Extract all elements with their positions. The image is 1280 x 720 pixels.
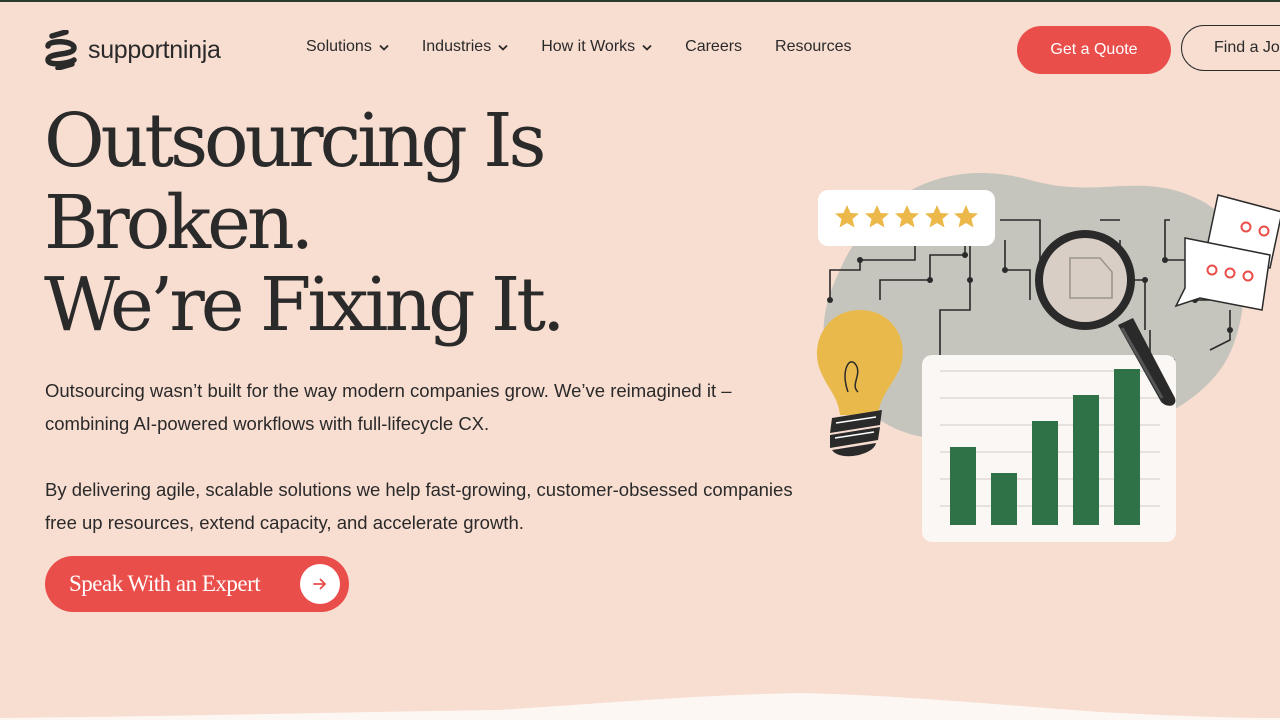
- nav-item-label: Solutions: [306, 38, 372, 55]
- logo-text: supportninja: [88, 35, 221, 64]
- find-a-job-button[interactable]: Find a Job: [1181, 25, 1280, 71]
- chart-bar: [950, 447, 976, 525]
- nav-item-careers[interactable]: Careers: [685, 38, 742, 56]
- get-a-quote-button[interactable]: Get a Quote: [1017, 26, 1171, 74]
- chart-bar: [1032, 421, 1058, 525]
- nav-item-label: Industries: [421, 38, 492, 55]
- nav-item-industries[interactable]: Industries: [422, 38, 508, 56]
- hero-illustration: [816, 173, 1280, 542]
- nav-item-how-it-works[interactable]: How it Works: [541, 38, 652, 56]
- chevron-down-icon: [379, 44, 389, 51]
- chart-bar: [1073, 395, 1099, 525]
- main-nav: Solutions Industries How it Works Career…: [306, 38, 852, 56]
- logo[interactable]: supportninja: [44, 30, 221, 70]
- chevron-down-icon: [642, 44, 652, 51]
- lightbulb-icon: [816, 310, 903, 457]
- nav-item-solutions[interactable]: Solutions: [306, 38, 389, 56]
- nav-item-label: How it Works: [541, 38, 636, 55]
- chart-bar: [1114, 369, 1140, 525]
- hero-paragraph-1: Outsourcing wasn’t built for the way mod…: [45, 380, 732, 434]
- hero-title-line: Outsourcing Is: [44, 98, 546, 184]
- hero-title: Outsourcing Is Broken. We’re Fixing It.: [44, 98, 565, 348]
- supportninja-logo-icon: [45, 30, 77, 70]
- nav-item-resources[interactable]: Resources: [775, 38, 851, 56]
- bottom-wave: [0, 693, 1280, 720]
- top-border: [0, 0, 1280, 2]
- speak-with-expert-label: Speak With an Expert: [69, 571, 261, 596]
- speak-with-expert-button[interactable]: Speak With an Expert: [45, 556, 349, 612]
- nav-item-label: Careers: [685, 38, 743, 55]
- chart-bar: [991, 473, 1017, 525]
- chevron-down-icon: [498, 44, 508, 51]
- arrow-right-icon: [300, 564, 340, 604]
- nav-item-label: Resources: [775, 38, 852, 55]
- hero-paragraph-2: By delivering agile, scalable solutions …: [45, 479, 793, 533]
- hero-title-line: We’re Fixing It.: [44, 262, 565, 348]
- hero-title-line: Broken.: [44, 180, 314, 266]
